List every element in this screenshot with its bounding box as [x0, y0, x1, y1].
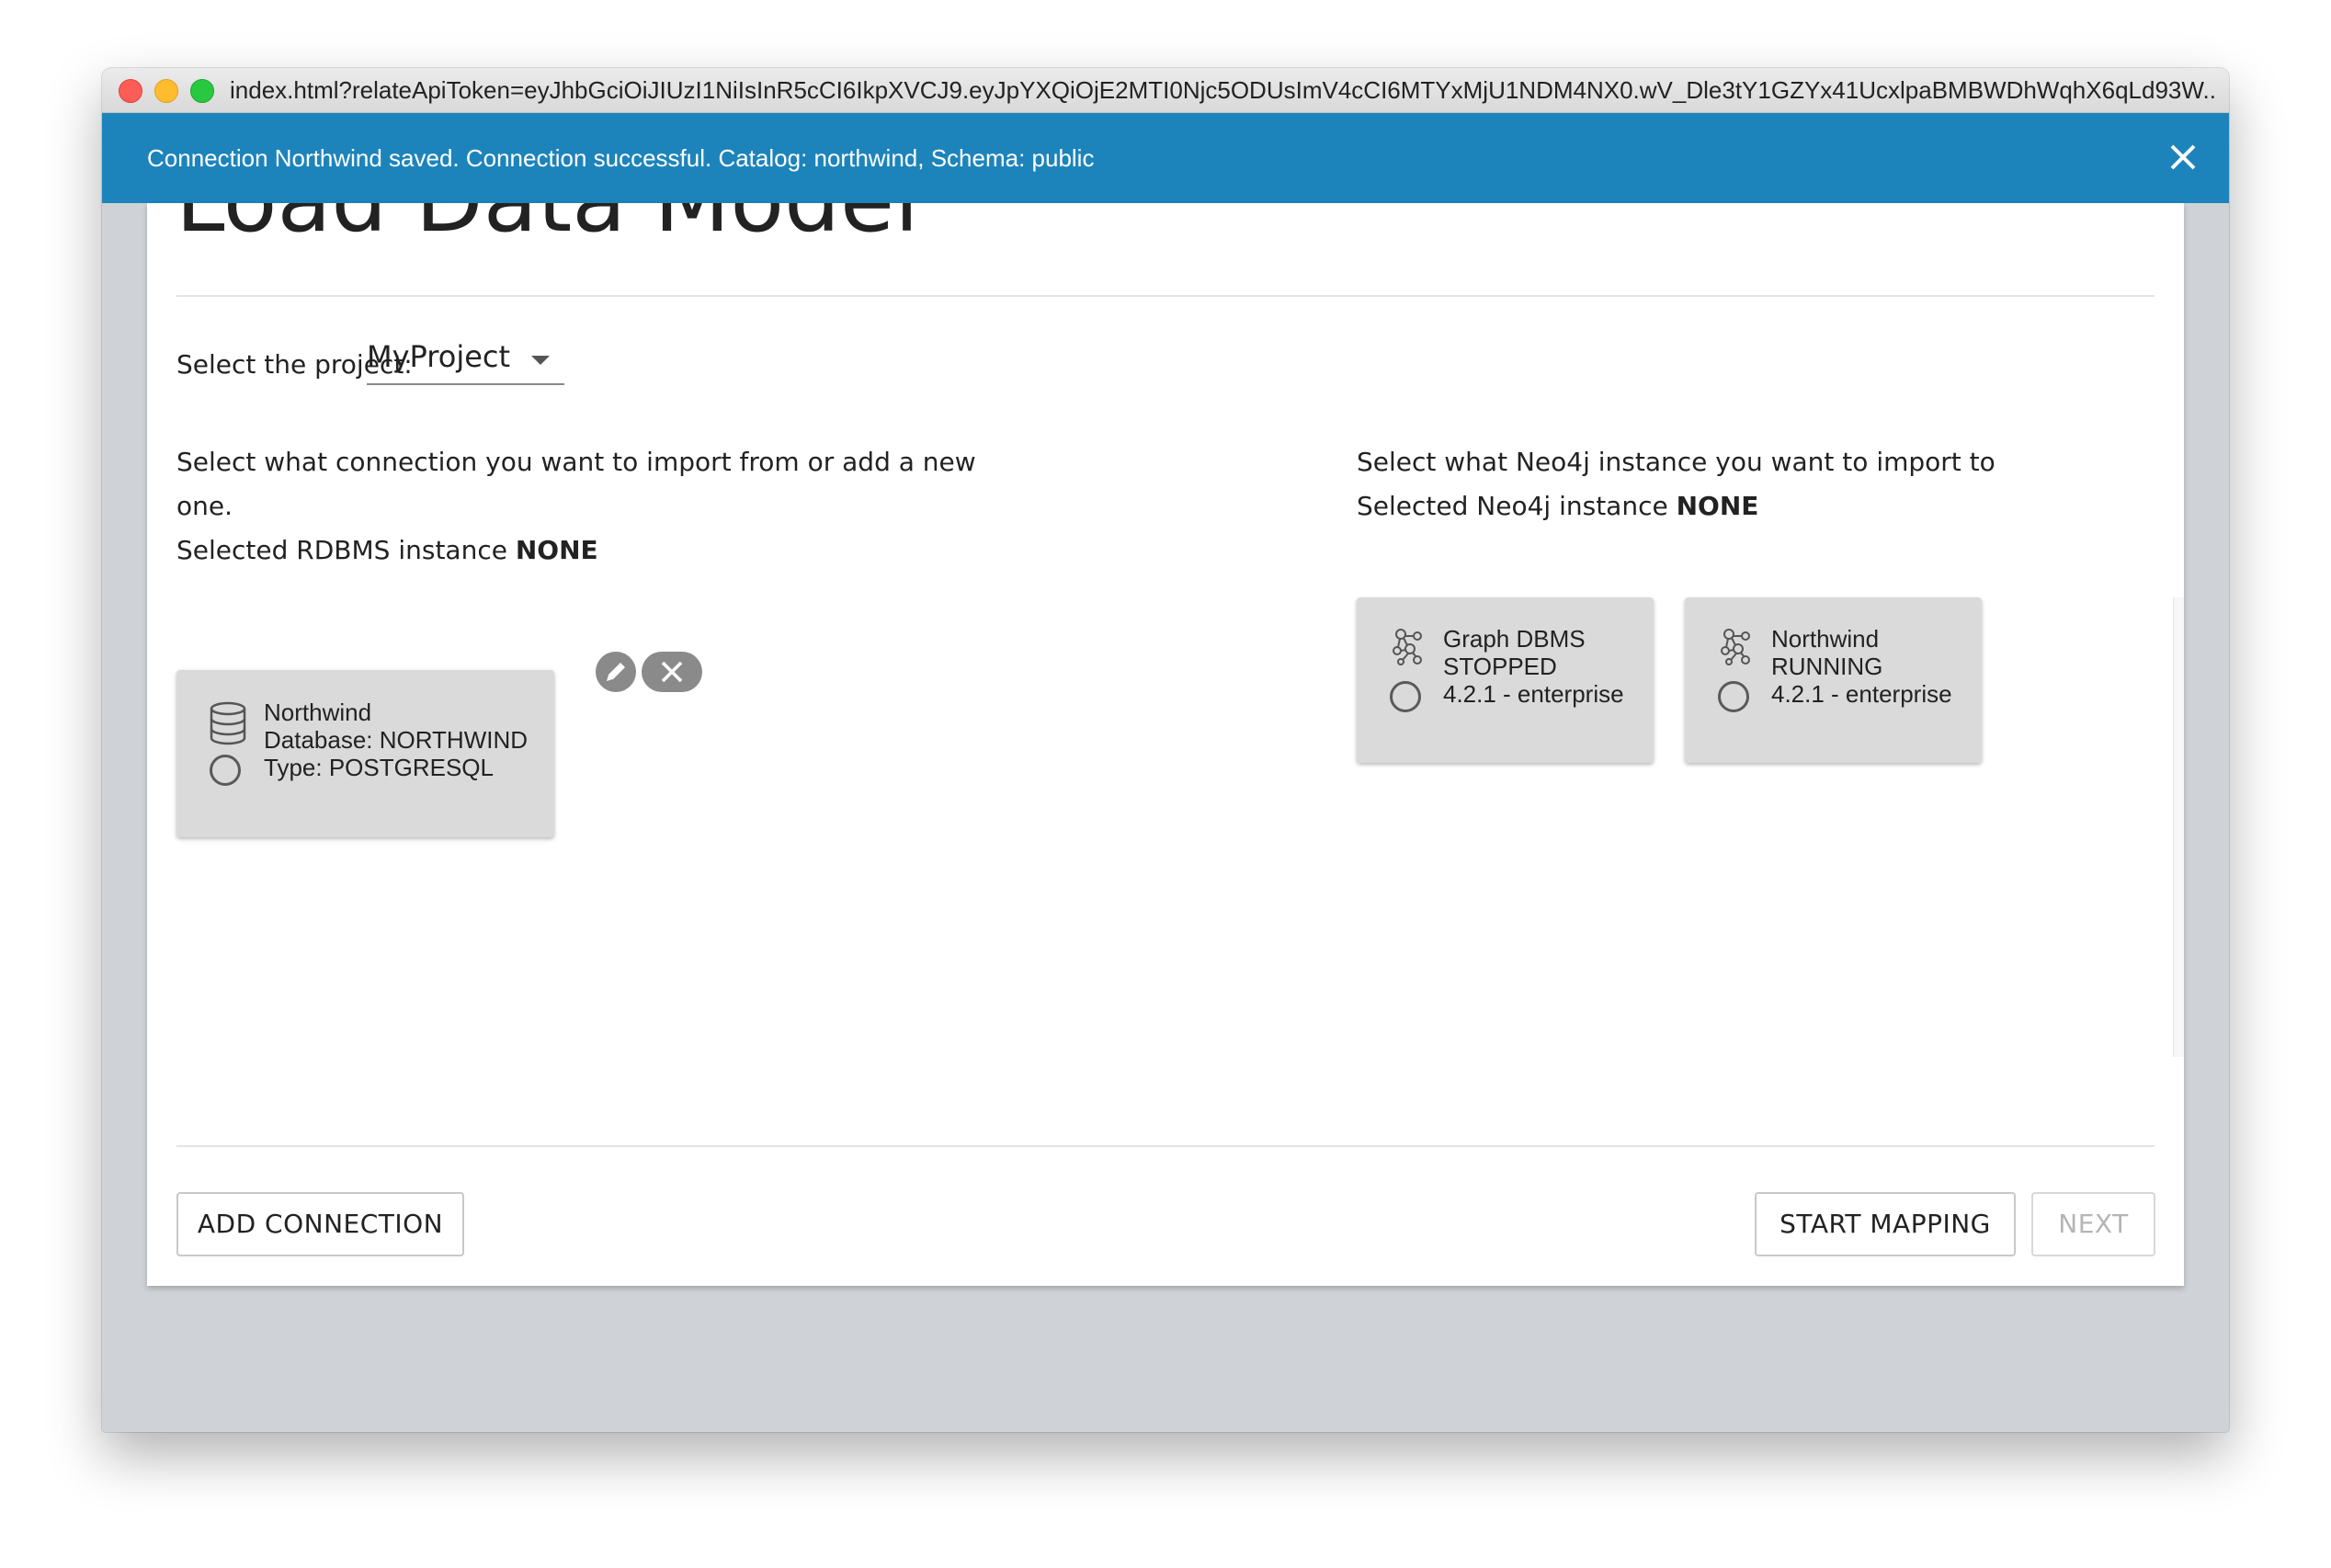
- neo4j-instance-card[interactable]: Graph DBMS STOPPED 4.2.1 - enterprise: [1357, 597, 1654, 763]
- page-title: Load Data Model: [176, 203, 919, 251]
- project-select-value: MyProject: [367, 339, 511, 374]
- connection-type: Type: POSTGRESQL: [264, 754, 494, 781]
- start-mapping-button[interactable]: START MAPPING: [1755, 1192, 2016, 1256]
- neo4j-instance-radio[interactable]: [1390, 681, 1421, 712]
- minimize-window-button[interactable]: [154, 79, 178, 103]
- rdbms-prompt-line2: one.: [176, 491, 233, 521]
- rdbms-selected-value: NONE: [515, 535, 598, 565]
- delete-connection-button[interactable]: [642, 652, 702, 692]
- next-button[interactable]: NEXT: [2031, 1192, 2155, 1256]
- neo4j-graph-icon: [1718, 625, 1755, 672]
- neo4j-prompt: Select what Neo4j instance you want to i…: [1357, 447, 1996, 477]
- connection-card[interactable]: Northwind Database: NORTHWIND Type: POST…: [176, 670, 554, 837]
- neo4j-instance-card[interactable]: Northwind RUNNING 4.2.1 - enterprise: [1685, 597, 1982, 763]
- close-window-button[interactable]: [119, 79, 142, 103]
- notification-close-icon[interactable]: [2165, 139, 2201, 176]
- neo4j-instance-name: Graph DBMS: [1443, 625, 1586, 653]
- title-divider: [176, 295, 2155, 297]
- neo4j-selected-status: Selected Neo4j instance NONE: [1357, 491, 1758, 521]
- pencil-icon: [607, 663, 625, 681]
- neo4j-list-scrollbar[interactable]: [2173, 597, 2184, 1057]
- rdbms-selected-status: Selected RDBMS instance NONE: [176, 535, 598, 565]
- connection-database: Database: NORTHWIND: [264, 726, 529, 754]
- neo4j-instance-status: RUNNING: [1771, 653, 1883, 680]
- connection-name: Northwind: [264, 699, 372, 726]
- window-url: index.html?relateApiToken=eyJhbGciOiJIUz…: [230, 76, 2216, 104]
- neo4j-selected-value: NONE: [1676, 491, 1759, 521]
- notification-message: Connection Northwind saved. Connection s…: [147, 144, 1095, 172]
- neo4j-instance-version: 4.2.1 - enterprise: [1443, 680, 1624, 708]
- database-icon: [208, 701, 248, 750]
- rdbms-selected-label: Selected RDBMS instance: [176, 535, 507, 565]
- neo4j-instance-status: STOPPED: [1443, 653, 1557, 680]
- neo4j-graph-icon: [1390, 625, 1427, 672]
- main-card: Load Data Model Select the project: MyPr…: [147, 203, 2184, 1286]
- neo4j-instance-radio[interactable]: [1718, 681, 1749, 712]
- project-select[interactable]: MyProject: [367, 337, 564, 385]
- title-bar: index.html?relateApiToken=eyJhbGciOiJIUz…: [102, 68, 2229, 113]
- notification-banner: Connection Northwind saved. Connection s…: [102, 113, 2229, 203]
- add-connection-button[interactable]: ADD CONNECTION: [176, 1192, 464, 1256]
- edit-connection-button[interactable]: [596, 652, 636, 692]
- connection-radio[interactable]: [210, 755, 241, 786]
- rdbms-prompt-line1: Select what connection you want to impor…: [176, 447, 976, 477]
- caret-down-icon: [531, 356, 550, 365]
- footer-divider: [176, 1145, 2155, 1147]
- neo4j-instance-name: Northwind: [1771, 625, 1880, 653]
- app-window: index.html?relateApiToken=eyJhbGciOiJIUz…: [102, 68, 2229, 1432]
- close-icon: [661, 661, 683, 683]
- maximize-window-button[interactable]: [190, 79, 214, 103]
- neo4j-selected-label: Selected Neo4j instance: [1357, 491, 1668, 521]
- neo4j-instance-version: 4.2.1 - enterprise: [1771, 680, 1952, 708]
